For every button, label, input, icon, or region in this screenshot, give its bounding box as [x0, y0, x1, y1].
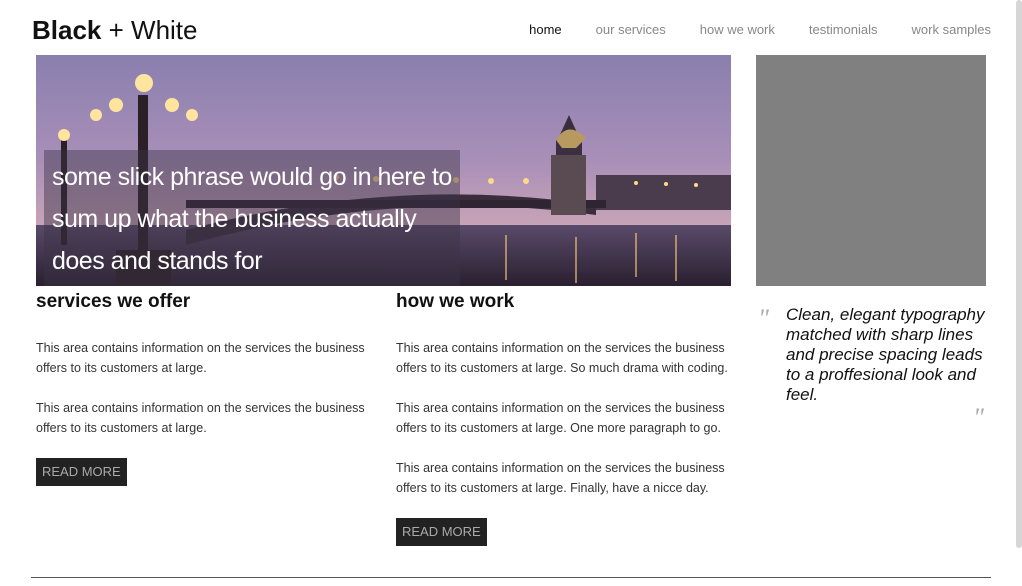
nav-our-services[interactable]: our services	[596, 22, 666, 37]
services-section: services we offer This area contains inf…	[36, 290, 381, 486]
hero-caption-box: some slick phrase would go in here to su…	[44, 150, 460, 286]
close-quote-icon: "	[973, 403, 984, 432]
nav-work-samples[interactable]: work samples	[912, 22, 991, 37]
logo-plus: +	[101, 15, 132, 45]
site-logo[interactable]: Black + White	[32, 15, 198, 46]
services-paragraph: This area contains information on the se…	[36, 341, 365, 375]
how-we-work-paragraph: This area contains information on the se…	[396, 461, 725, 495]
site-header: Black + White home our services how we w…	[0, 0, 1022, 55]
main-nav: home our services how we work testimonia…	[495, 22, 991, 37]
how-we-work-read-more-button[interactable]: READ MORE	[396, 518, 487, 546]
how-we-work-paragraph: This area contains information on the se…	[396, 401, 725, 435]
how-we-work-paragraph: This area contains information on the se…	[396, 341, 728, 375]
open-quote-icon: "	[758, 304, 769, 333]
quote-text: Clean, elegant typography matched with s…	[786, 305, 985, 404]
logo-bold-text: Black	[32, 15, 102, 45]
services-read-more-button[interactable]: READ MORE	[36, 458, 127, 486]
nav-how-we-work[interactable]: how we work	[700, 22, 775, 37]
footer-divider	[31, 577, 991, 578]
services-title: services we offer	[36, 291, 191, 312]
how-we-work-section: how we work This area contains informati…	[396, 290, 751, 546]
page-scrollbar[interactable]	[1016, 0, 1022, 548]
how-we-work-title: how we work	[396, 291, 515, 312]
logo-light-text: White	[131, 15, 198, 45]
nav-testimonials[interactable]: testimonials	[809, 22, 878, 37]
hero-banner: some slick phrase would go in here to su…	[36, 55, 731, 286]
services-paragraph: This area contains information on the se…	[36, 401, 365, 435]
nav-home[interactable]: home	[529, 22, 562, 37]
hero-caption-text: some slick phrase would go in here to su…	[52, 163, 452, 275]
side-placeholder-box	[756, 55, 986, 286]
